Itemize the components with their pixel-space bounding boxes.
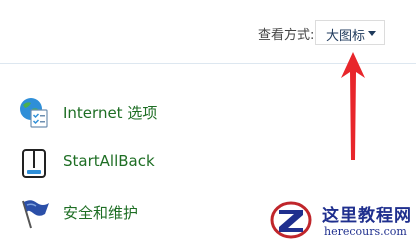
watermark: 这里教程网 herecours.com bbox=[270, 198, 416, 243]
view-by-dropdown[interactable]: 大图标 bbox=[315, 20, 385, 45]
control-panel-item-startallback[interactable]: StartAllBack bbox=[18, 147, 248, 179]
chevron-down-icon bbox=[368, 31, 376, 36]
red-arrow-icon bbox=[341, 52, 365, 160]
internet-options-icon bbox=[20, 98, 48, 128]
watermark-url: herecours.com bbox=[324, 225, 407, 238]
view-by-value: 大图标 bbox=[326, 29, 366, 44]
startallback-icon bbox=[22, 149, 46, 178]
item-label-internet-options: Internet 选项 bbox=[63, 104, 158, 122]
view-by-label: 查看方式: bbox=[258, 28, 315, 43]
item-label-security-maintenance: 安全和维护 bbox=[63, 204, 139, 222]
z-logo-icon bbox=[270, 201, 312, 239]
control-panel-item-internet-options[interactable]: Internet 选项 bbox=[18, 97, 248, 129]
control-panel-item-security-maintenance[interactable]: 安全和维护 bbox=[18, 197, 248, 229]
item-label-startallback: StartAllBack bbox=[63, 152, 155, 170]
watermark-title: 这里教程网 bbox=[322, 206, 412, 226]
security-maintenance-flag-icon bbox=[22, 200, 49, 229]
